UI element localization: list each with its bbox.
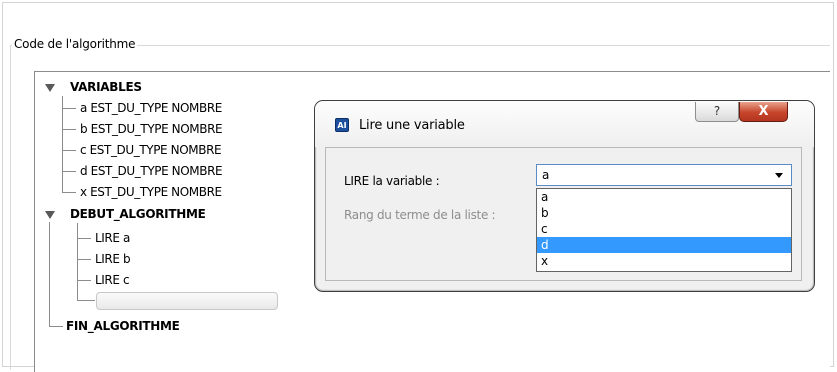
tree-item-statement[interactable]: LIRE b [95, 252, 131, 266]
tree-item-statement[interactable]: LIRE c [95, 273, 130, 287]
tree-connector [62, 150, 76, 151]
dropdown-option[interactable]: b [537, 205, 791, 221]
tree-connector [62, 129, 76, 130]
tree-connector [77, 223, 78, 301]
dropdown-option[interactable]: x [537, 253, 791, 269]
dropdown-option[interactable]: a [537, 189, 791, 205]
tree-connector [77, 280, 91, 281]
tree-node-fin-algorithme[interactable]: FIN_ALGORITHME [66, 319, 180, 333]
dropdown-option[interactable]: c [537, 221, 791, 237]
variable-dropdown-list[interactable]: a b c d x [536, 188, 792, 272]
close-button[interactable]: X [739, 102, 788, 122]
help-button[interactable]: ? [695, 102, 739, 122]
tree-connector [49, 222, 50, 326]
variable-select-value: a [542, 168, 550, 182]
dropdown-option-highlighted[interactable]: d [537, 237, 791, 253]
dialog-title: Lire une variable [359, 118, 465, 133]
tree-connector [77, 238, 91, 239]
triangle-down-icon[interactable] [45, 211, 55, 219]
tree-connector [77, 259, 91, 260]
groupbox-border-left [10, 45, 11, 370]
tree-connector [62, 96, 63, 193]
tree-item-variable[interactable]: d EST_DU_TYPE NOMBRE [80, 164, 223, 178]
triangle-down-icon[interactable] [45, 84, 55, 92]
lire-variable-label: LIRE la variable : [344, 174, 440, 188]
tree-node-debut-algorithme[interactable]: DEBUT_ALGORITHME [70, 207, 206, 221]
tree-item-variable[interactable]: b EST_DU_TYPE NOMBRE [80, 122, 223, 136]
chevron-down-icon[interactable] [775, 173, 783, 178]
tree-connector [77, 300, 95, 301]
tree-item-variable[interactable]: a EST_DU_TYPE NOMBRE [80, 101, 222, 115]
lire-variable-dialog: AI Lire une variable ? X LIRE la variabl… [314, 100, 815, 292]
tree-item-empty-selected[interactable] [96, 292, 278, 310]
tree-node-variables[interactable]: VARIABLES [70, 80, 142, 94]
variable-select[interactable]: a [536, 164, 792, 186]
tree-item-statement[interactable]: LIRE a [95, 231, 130, 245]
tree-item-variable[interactable]: x EST_DU_TYPE NOMBRE [80, 185, 222, 199]
groupbox-title: Code de l'algorithme [12, 37, 138, 51]
tree-connector [62, 171, 76, 172]
tree-connector [62, 192, 76, 193]
tree-item-variable[interactable]: c EST_DU_TYPE NOMBRE [80, 143, 222, 157]
tree-connector [49, 326, 63, 327]
app-icon: AI [335, 118, 349, 132]
tree-connector [62, 108, 76, 109]
rang-terme-label: Rang du terme de la liste : [344, 208, 496, 222]
